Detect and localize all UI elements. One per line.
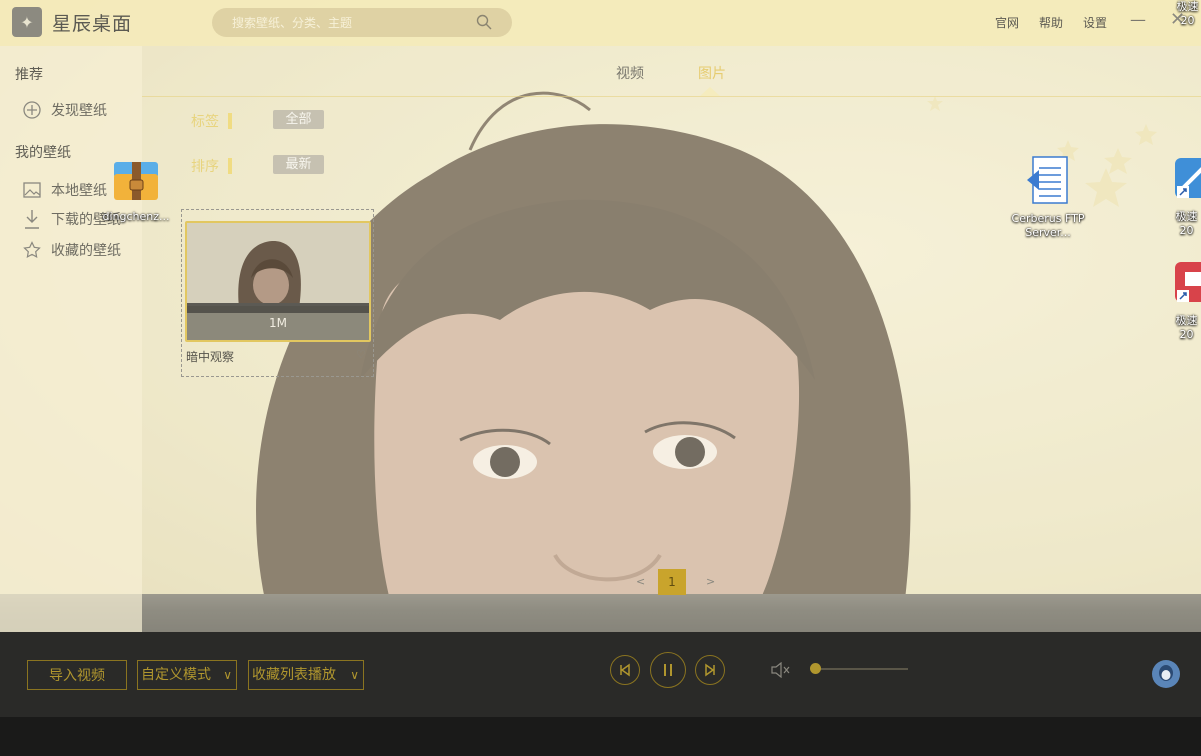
desktop-icon-shortcut-2[interactable]: 极速 20 — [1172, 262, 1201, 342]
skip-back-icon — [620, 663, 630, 677]
tab-video[interactable]: 视频 — [616, 63, 644, 83]
shortcut-blue-icon — [1175, 158, 1201, 198]
sort-filter-label: 排序 — [191, 159, 219, 175]
tag-filter-marker — [228, 113, 232, 129]
page-prev-button[interactable]: < — [636, 575, 645, 588]
page-current-button[interactable]: 1 — [658, 569, 686, 595]
previous-track-button[interactable] — [610, 655, 640, 685]
desktop-icon-shortcut-3[interactable]: 极速 20 — [1174, 0, 1201, 28]
volume-slider-handle[interactable] — [810, 663, 821, 674]
page-next-button[interactable]: > — [706, 575, 715, 588]
active-tab-indicator — [700, 87, 720, 96]
desktop-icon-label: 极速 20 — [1175, 314, 1198, 341]
pause-icon — [664, 664, 672, 676]
sort-filter-marker — [228, 158, 232, 174]
sidebar-item-favorites[interactable]: 收藏的壁纸 — [22, 239, 121, 261]
download-icon — [22, 209, 42, 229]
sidebar-item-local[interactable]: 本地壁纸 — [22, 179, 107, 201]
minimize-icon[interactable]: — — [1130, 10, 1146, 29]
sort-filter-latest-chip[interactable]: 最新 — [273, 155, 324, 174]
desktop-icon-label: Cerberus FTP Server... — [1011, 212, 1085, 239]
search-input[interactable] — [232, 13, 472, 33]
tabs-divider — [142, 96, 1201, 97]
sidebar-item-label: 发现壁纸 — [51, 103, 107, 119]
desktop-icon-label: dingchenz... — [102, 210, 170, 223]
pause-button[interactable] — [650, 652, 686, 688]
title-bar: ✦ 星辰桌面 官网 帮助 设置 — ✕ — [0, 0, 1201, 46]
wallpaper-card[interactable]: 1M 暗中观察 ♡ — [181, 209, 374, 377]
tab-image[interactable]: 图片 — [698, 63, 726, 83]
desktop-icon-shortcut-1[interactable]: 极速 20 — [1172, 158, 1201, 238]
wallpaper-name: 暗中观察 — [186, 350, 235, 364]
app-logo-icon: ✦ — [12, 7, 42, 37]
document-icon — [1027, 156, 1068, 204]
desktop-icon-cerberus[interactable]: Cerberus FTP Server... — [1008, 156, 1088, 240]
playlist-select[interactable]: 收藏列表播放 ∨ — [248, 660, 364, 690]
sidebar-heading-mine: 我的壁纸 — [15, 145, 71, 161]
playlist-select-value: 收藏列表播放 — [252, 667, 336, 683]
sidebar-item-label: 收藏的壁纸 — [51, 243, 121, 259]
image-icon — [22, 180, 42, 200]
desktop-icon-label: 极速 20 — [1176, 0, 1199, 27]
search-icon[interactable] — [476, 14, 492, 30]
search-box[interactable] — [212, 8, 512, 37]
qq-penguin-icon[interactable] — [1152, 660, 1180, 688]
star-icon — [22, 240, 42, 260]
tag-filter-all-chip[interactable]: 全部 — [273, 110, 324, 129]
wallpaper-size: 1M — [187, 306, 369, 340]
sidebar — [0, 46, 142, 632]
skip-forward-icon — [705, 663, 715, 677]
tag-filter-label: 标签 — [191, 114, 219, 130]
volume-slider-track[interactable] — [815, 668, 908, 670]
archive-folder-icon — [114, 162, 158, 200]
import-video-button[interactable]: 导入视频 — [27, 660, 127, 690]
desktop-icon-archive[interactable]: dingchenz... — [98, 158, 174, 224]
chevron-down-icon: ∨ — [223, 668, 232, 682]
heart-icon[interactable]: ♡ — [356, 348, 366, 361]
official-site-link[interactable]: 官网 — [995, 14, 1019, 31]
settings-link[interactable]: 设置 — [1083, 14, 1107, 31]
mode-select[interactable]: 自定义模式 ∨ — [137, 660, 237, 690]
sidebar-item-discover[interactable]: 发现壁纸 — [22, 99, 107, 121]
shortcut-red-icon — [1175, 262, 1201, 302]
plus-circle-icon — [22, 100, 42, 120]
chevron-down-icon: ∨ — [350, 668, 359, 682]
sidebar-heading-recommend: 推荐 — [15, 67, 43, 83]
next-track-button[interactable] — [695, 655, 725, 685]
bottom-strip — [0, 717, 1201, 756]
app-title: 星辰桌面 — [52, 13, 133, 35]
volume-muted-icon[interactable] — [770, 662, 790, 678]
desktop-icon-label: 极速 20 — [1175, 210, 1198, 237]
help-link[interactable]: 帮助 — [1039, 14, 1063, 31]
mode-select-value: 自定义模式 — [141, 667, 211, 683]
wallpaper-thumbnail[interactable]: 1M — [185, 221, 371, 342]
